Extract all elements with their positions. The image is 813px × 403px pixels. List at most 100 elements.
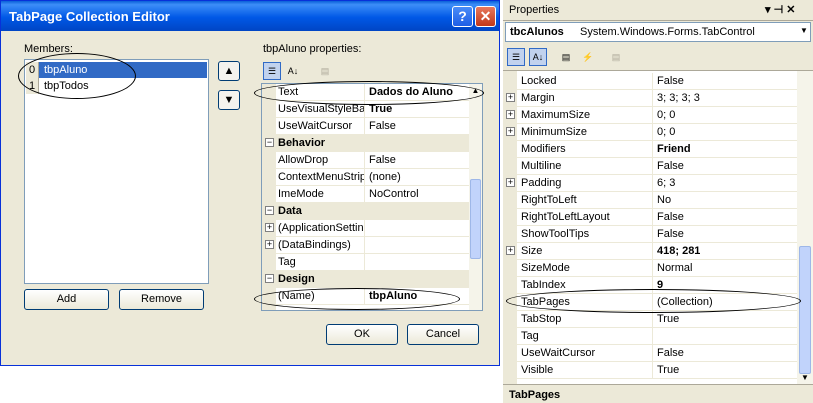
property-value[interactable]: 3; 3; 3; 3 xyxy=(653,90,700,106)
property-value[interactable]: (none) xyxy=(365,169,401,185)
properties-icon[interactable]: ▤ xyxy=(557,48,575,66)
property-row-tabpages[interactable]: TabPages (Collection) xyxy=(503,294,797,311)
categorized-icon[interactable]: ☰ xyxy=(263,62,281,80)
alphabetical-icon[interactable]: A↓ xyxy=(529,48,547,66)
alphabetical-icon[interactable]: A↓ xyxy=(284,62,302,80)
property-value[interactable] xyxy=(365,220,369,236)
move-down-button[interactable]: ▼ xyxy=(218,90,240,110)
pin-close-icon[interactable]: ▾ ⊣ ✕ xyxy=(765,3,795,16)
chevron-down-icon[interactable]: ▼ xyxy=(800,26,808,35)
property-value[interactable]: 0; 0 xyxy=(653,107,675,123)
help-button[interactable]: ? xyxy=(452,6,473,27)
property-row-margin[interactable]: + Margin 3; 3; 3; 3 xyxy=(503,90,797,107)
property-value[interactable] xyxy=(365,254,369,270)
remove-button[interactable]: Remove xyxy=(119,289,204,310)
category-behavior[interactable]: − Behavior xyxy=(262,135,469,152)
property-value[interactable]: False xyxy=(653,73,684,89)
tabpage-collection-editor-dialog: TabPage Collection Editor ? ✕ Members: 0… xyxy=(0,0,500,366)
property-value[interactable]: 6; 3 xyxy=(653,175,675,191)
property-value[interactable]: 9 xyxy=(653,277,663,293)
scroll-thumb[interactable] xyxy=(799,246,811,374)
property-row-name[interactable]: (Name) tbpAluno xyxy=(262,288,469,305)
property-row-tabindex[interactable]: TabIndex 9 xyxy=(503,277,797,294)
add-button[interactable]: Add xyxy=(24,289,109,310)
events-icon[interactable]: ⚡ xyxy=(579,48,597,66)
cancel-button[interactable]: Cancel xyxy=(407,324,479,345)
property-row-databindings[interactable]: + (DataBindings) xyxy=(262,237,469,254)
property-value[interactable]: True xyxy=(653,311,679,327)
property-value[interactable]: 0; 0 xyxy=(653,124,675,140)
property-row-usewaitcursor[interactable]: UseWaitCursor False xyxy=(262,118,469,135)
property-value[interactable]: True xyxy=(365,101,392,117)
property-value[interactable]: False xyxy=(365,152,396,168)
property-value[interactable]: tbpAluno xyxy=(365,288,417,304)
property-row-usewaitcursor[interactable]: UseWaitCursor False xyxy=(503,345,797,362)
property-name: Tag xyxy=(503,328,653,344)
property-name: Multiline xyxy=(503,158,653,174)
property-name: TabPages xyxy=(503,294,653,310)
property-row-applicationsettin[interactable]: + (ApplicationSettin xyxy=(262,220,469,237)
property-value[interactable]: 418; 281 xyxy=(653,243,700,259)
property-name: Tag xyxy=(262,254,365,270)
property-row-locked[interactable]: Locked False xyxy=(503,73,797,90)
property-value[interactable]: Normal xyxy=(653,260,692,276)
members-list[interactable]: 0 tbpAluno 1 tbpTodos xyxy=(24,59,209,284)
property-value[interactable]: False xyxy=(653,345,684,361)
property-row-righttoleft[interactable]: RightToLeft No xyxy=(503,192,797,209)
move-up-button[interactable]: ▲ xyxy=(218,61,240,81)
property-row-text[interactable]: Text Dados do Aluno xyxy=(262,84,469,101)
properties-label: tbpAluno properties: xyxy=(263,43,362,55)
property-row-tabstop[interactable]: TabStop True xyxy=(503,311,797,328)
category-design[interactable]: − Design xyxy=(262,271,469,288)
property-name: RightToLeft xyxy=(503,192,653,208)
property-row-imemode[interactable]: ImeMode NoControl xyxy=(262,186,469,203)
property-row-modifiers[interactable]: Modifiers Friend xyxy=(503,141,797,158)
object-selector[interactable]: tbcAlunos System.Windows.Forms.TabContro… xyxy=(505,22,811,42)
property-value[interactable]: (Collection) xyxy=(653,294,713,310)
categorized-icon[interactable]: ☰ xyxy=(507,48,525,66)
close-button[interactable]: ✕ xyxy=(475,6,496,27)
property-row-righttoleftlayout[interactable]: RightToLeftLayout False xyxy=(503,209,797,226)
property-pages-icon[interactable]: ▤ xyxy=(316,62,334,80)
property-row-usevisualstylebac[interactable]: UseVisualStyleBac True xyxy=(262,101,469,118)
property-row-contextmenustrip[interactable]: ContextMenuStrip (none) xyxy=(262,169,469,186)
props-scrollbar[interactable]: ▼ xyxy=(797,71,813,384)
property-value[interactable]: False xyxy=(653,226,684,242)
property-value[interactable]: False xyxy=(653,158,684,174)
dialog-title-bar[interactable]: TabPage Collection Editor ? ✕ xyxy=(1,1,499,31)
property-value[interactable]: False xyxy=(653,209,684,225)
grid-scrollbar[interactable]: ▲ xyxy=(469,84,482,310)
property-row-size[interactable]: + Size 418; 281 xyxy=(503,243,797,260)
category-data[interactable]: − Data xyxy=(262,203,469,220)
property-row-sizemode[interactable]: SizeMode Normal xyxy=(503,260,797,277)
property-row-tag[interactable]: Tag xyxy=(262,254,469,271)
property-row-allowdrop[interactable]: AllowDrop False xyxy=(262,152,469,169)
scroll-thumb[interactable] xyxy=(470,179,481,259)
property-value[interactable]: Dados do Aluno xyxy=(365,84,453,100)
tabpage-property-grid[interactable]: ▲ Text Dados do Aluno UseVisualStyleBac Tru… xyxy=(261,83,483,311)
property-row-maximumsize[interactable]: + MaximumSize 0; 0 xyxy=(503,107,797,124)
properties-title: Properties xyxy=(509,4,560,16)
property-pages-icon[interactable]: ▤ xyxy=(607,48,625,66)
property-row-visible[interactable]: Visible True xyxy=(503,362,797,379)
scroll-up-icon[interactable]: ▲ xyxy=(470,86,481,97)
member-item-tbptodos[interactable]: 1 tbpTodos xyxy=(26,78,207,94)
property-value[interactable]: Friend xyxy=(653,141,691,157)
property-row-multiline[interactable]: Multiline False xyxy=(503,158,797,175)
property-row-showtooltips[interactable]: ShowToolTips False xyxy=(503,226,797,243)
ok-button[interactable]: OK xyxy=(326,324,398,345)
property-name: MinimumSize xyxy=(503,124,653,140)
property-row-tag[interactable]: Tag xyxy=(503,328,797,345)
property-value[interactable] xyxy=(365,237,369,253)
control-property-grid[interactable]: ▼ Locked False + Margin 3; 3; 3; 3 + MaximumSi… xyxy=(503,70,813,384)
property-value[interactable]: True xyxy=(653,362,679,378)
property-value[interactable] xyxy=(653,328,657,344)
property-row-minimumsize[interactable]: + MinimumSize 0; 0 xyxy=(503,124,797,141)
property-value[interactable]: No xyxy=(653,192,671,208)
property-value[interactable]: False xyxy=(365,118,396,134)
member-item-tbpaluno[interactable]: 0 tbpAluno xyxy=(26,62,207,78)
member-index: 1 xyxy=(26,78,39,94)
property-row-padding[interactable]: + Padding 6; 3 xyxy=(503,175,797,192)
scroll-down-icon[interactable]: ▼ xyxy=(799,373,811,384)
property-value[interactable]: NoControl xyxy=(365,186,419,202)
